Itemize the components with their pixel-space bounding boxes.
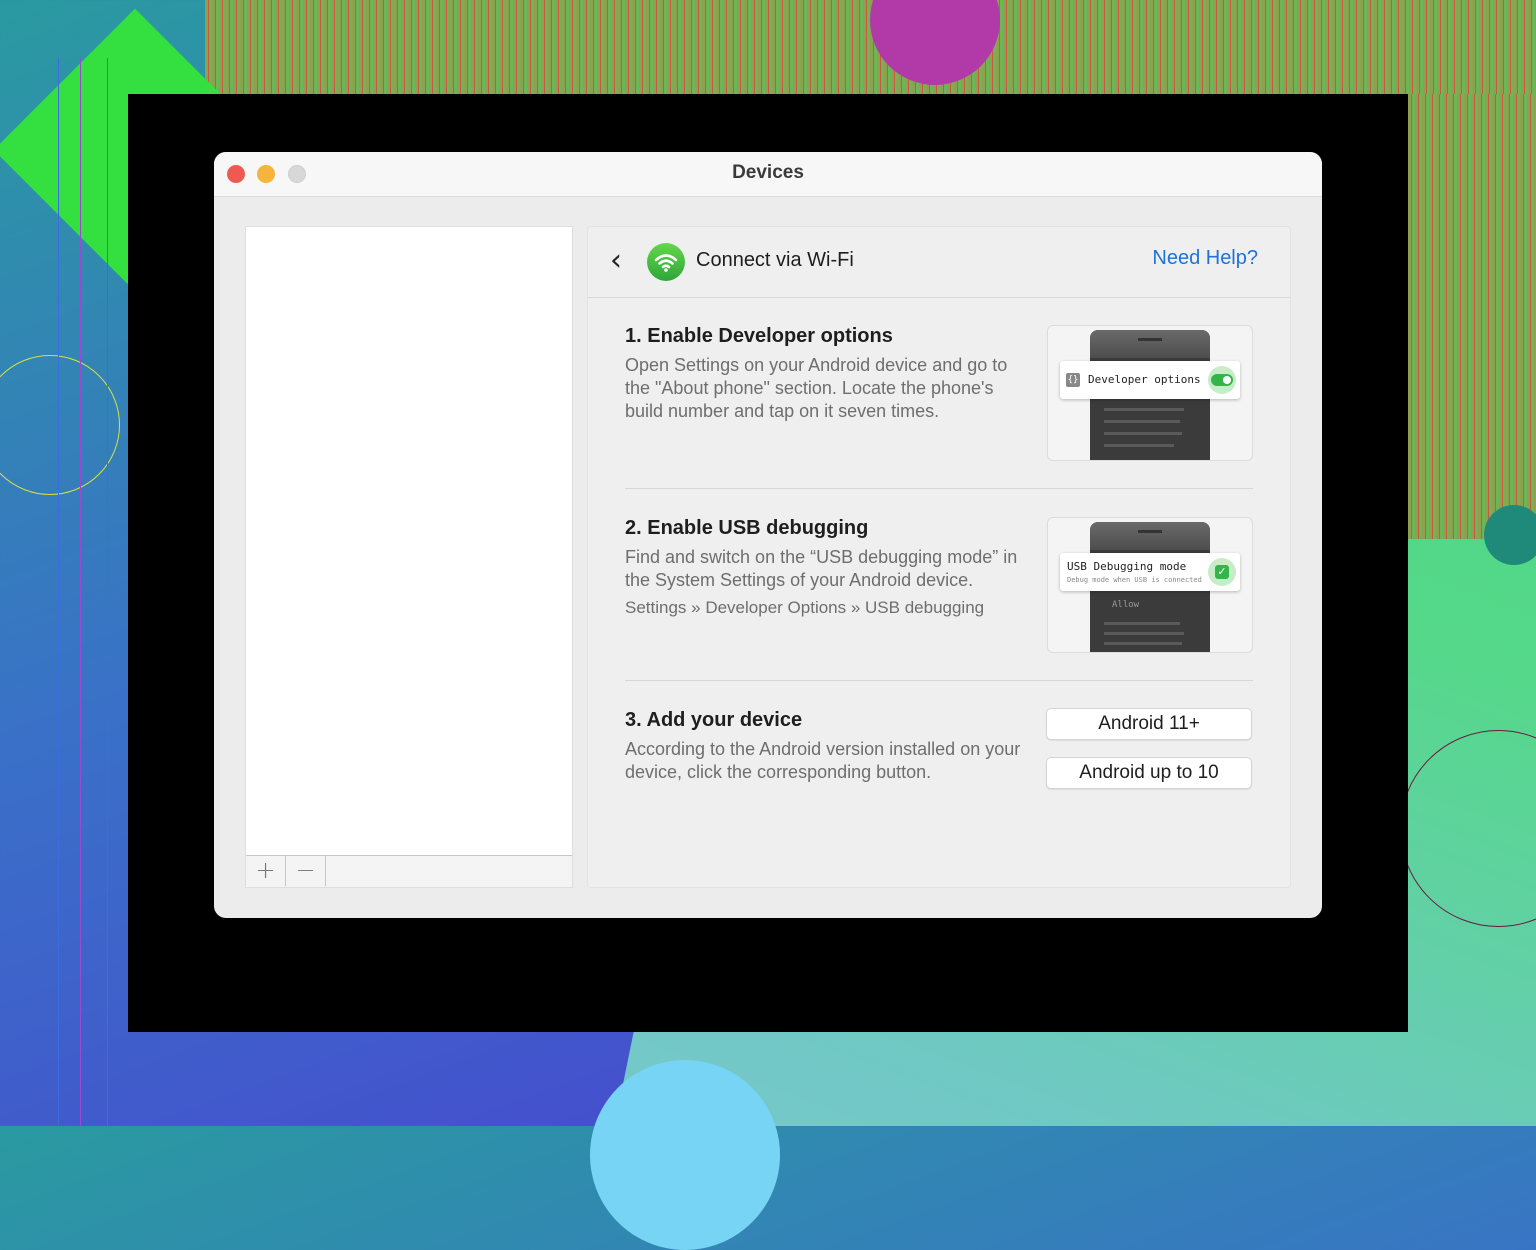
desktop-stripes-right [1408,94,1536,539]
allow-text: Allow [1112,600,1140,610]
sidebar-toolbar: + − [246,855,572,887]
devices-window: Devices + − ‹ Connect via Wi-Fi Need Hel… [214,152,1322,918]
step-description: Open Settings on your Android device and… [625,355,1008,421]
usb-debugging-card: USB Debugging mode Debug mode when USB i… [1060,553,1240,591]
android-up-to-10-button[interactable]: Android up to 10 [1046,757,1252,789]
developer-options-card: {} Developer options [1060,361,1240,399]
developer-options-label: Developer options [1088,373,1201,386]
checkbox-checked-icon: ✓ [1208,558,1236,586]
desktop-line [107,58,108,1126]
wifi-icon [647,243,685,281]
desktop-circle-shape [590,1060,780,1250]
usb-debugging-label: USB Debugging mode [1067,560,1187,573]
step-description: According to the Android version install… [625,739,1021,782]
chevron-left-icon[interactable]: ‹ [610,246,634,277]
desktop-line [80,58,81,1126]
window-title: Devices [732,162,804,183]
add-device-button[interactable]: + [246,856,286,886]
android-11-plus-button[interactable]: Android 11+ [1046,708,1252,740]
need-help-link[interactable]: Need Help? [1152,247,1258,270]
usb-debugging-illustration: Allow USB Debugging mode Debug mode when… [1047,517,1253,653]
toggle-switch [1208,366,1236,394]
device-list-sidebar: + − [245,226,573,888]
panel-header: ‹ Connect via Wi-Fi Need Help? [588,227,1290,298]
usb-debugging-sublabel: Debug mode when USB is connected [1067,576,1202,584]
developer-options-illustration: {} Developer options [1047,325,1253,461]
step-description: Find and switch on the “USB debugging mo… [625,547,1018,590]
code-brackets-icon: {} [1066,373,1080,387]
title-bar: Devices [214,152,1322,197]
desktop-circle-shape [1484,505,1536,565]
desktop-ring-shape [0,355,120,495]
panel-title: Connect via Wi-Fi [696,249,854,271]
desktop-line [58,58,59,1126]
remove-device-button[interactable]: − [286,856,326,886]
wifi-connect-panel: ‹ Connect via Wi-Fi Need Help? 1. Enable… [587,226,1291,888]
step-divider [625,680,1253,681]
step-divider [625,488,1253,489]
